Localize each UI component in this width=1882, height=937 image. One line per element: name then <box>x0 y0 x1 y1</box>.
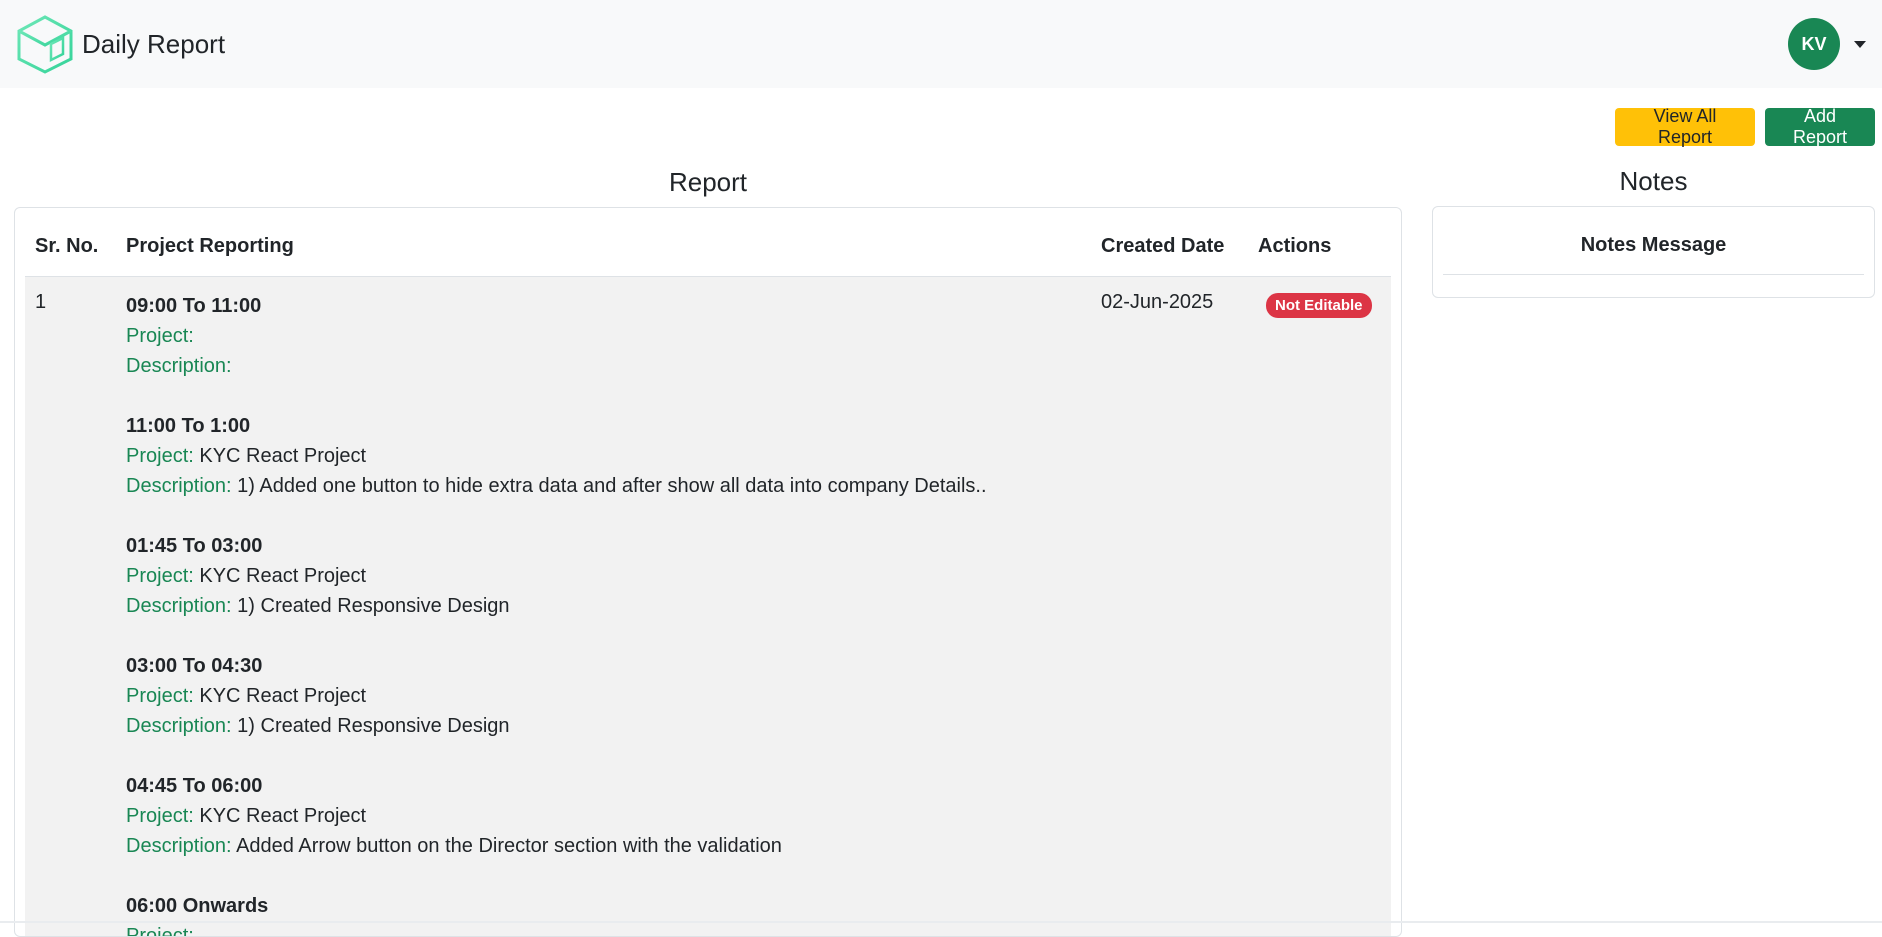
report-table: Sr. No. Project Reporting Created Date A… <box>25 218 1391 937</box>
project-value: KYC React Project <box>199 565 366 587</box>
entry-time: 01:45 To 03:00 <box>126 531 1081 561</box>
project-label: Project: <box>126 565 194 587</box>
project-label: Project: <box>126 925 194 937</box>
entry-time: 06:00 Onwards <box>126 891 1081 921</box>
project-reporting-cell: 09:00 To 11:00 Project: Description: 11:… <box>116 276 1091 937</box>
description-label: Description: <box>126 835 232 857</box>
report-entry: 01:45 To 03:00 Project: KYC React Projec… <box>126 531 1081 621</box>
description-value: 1) Created Responsive Design <box>237 595 509 617</box>
description-label: Description: <box>126 715 232 737</box>
entry-time: 09:00 To 11:00 <box>126 291 1081 321</box>
column-header-sr-no: Sr. No. <box>25 218 116 276</box>
description-label: Description: <box>126 475 232 497</box>
entry-time: 03:00 To 04:30 <box>126 651 1081 681</box>
brand[interactable]: Daily Report <box>13 14 225 74</box>
notes-title: Notes <box>1432 166 1875 197</box>
sr-no-cell: 1 <box>25 276 116 937</box>
table-header-row: Sr. No. Project Reporting Created Date A… <box>25 218 1391 276</box>
description-value: 1) Added one button to hide extra data a… <box>237 475 986 497</box>
column-header-created-date: Created Date <box>1091 218 1248 276</box>
project-label: Project: <box>126 445 194 467</box>
description-value: Added Arrow button on the Director secti… <box>236 835 782 857</box>
actions-cell: Not Editable <box>1248 276 1391 937</box>
report-card: Sr. No. Project Reporting Created Date A… <box>14 207 1402 937</box>
avatar[interactable]: KV <box>1788 18 1840 70</box>
table-row: 1 09:00 To 11:00 Project: Description: 1… <box>25 276 1391 937</box>
chevron-down-icon[interactable] <box>1854 41 1866 48</box>
add-report-button[interactable]: Add Report <box>1765 108 1875 146</box>
brand-title: Daily Report <box>82 29 225 60</box>
report-title: Report <box>14 167 1402 198</box>
project-value: KYC React Project <box>199 805 366 827</box>
notes-card: Notes Message <box>1432 206 1875 298</box>
project-value: KYC React Project <box>199 685 366 707</box>
status-badge: Not Editable <box>1266 293 1372 318</box>
description-label: Description: <box>126 355 232 377</box>
project-value: KYC React Project <box>199 445 366 467</box>
cube-logo-icon <box>13 14 77 74</box>
column-header-actions: Actions <box>1248 218 1391 276</box>
report-entry: 11:00 To 1:00 Project: KYC React Project… <box>126 411 1081 501</box>
project-label: Project: <box>126 325 194 347</box>
column-header-project-reporting: Project Reporting <box>116 218 1091 276</box>
description-label: Description: <box>126 595 232 617</box>
report-entry: 03:00 To 04:30 Project: KYC React Projec… <box>126 651 1081 741</box>
user-menu[interactable]: KV <box>1788 18 1866 70</box>
created-date-cell: 02-Jun-2025 <box>1091 276 1248 937</box>
project-label: Project: <box>126 685 194 707</box>
entry-time: 11:00 To 1:00 <box>126 411 1081 441</box>
project-label: Project: <box>126 805 194 827</box>
description-value: 1) Created Responsive Design <box>237 715 509 737</box>
entry-time: 04:45 To 06:00 <box>126 771 1081 801</box>
top-navbar: Daily Report KV <box>0 0 1882 88</box>
view-all-report-button[interactable]: View All Report <box>1615 108 1755 146</box>
report-entry: 09:00 To 11:00 Project: Description: <box>126 291 1081 381</box>
report-entry: 06:00 Onwards Project: <box>126 891 1081 937</box>
report-entry: 04:45 To 06:00 Project: KYC React Projec… <box>126 771 1081 861</box>
notes-message-header: Notes Message <box>1443 217 1864 275</box>
